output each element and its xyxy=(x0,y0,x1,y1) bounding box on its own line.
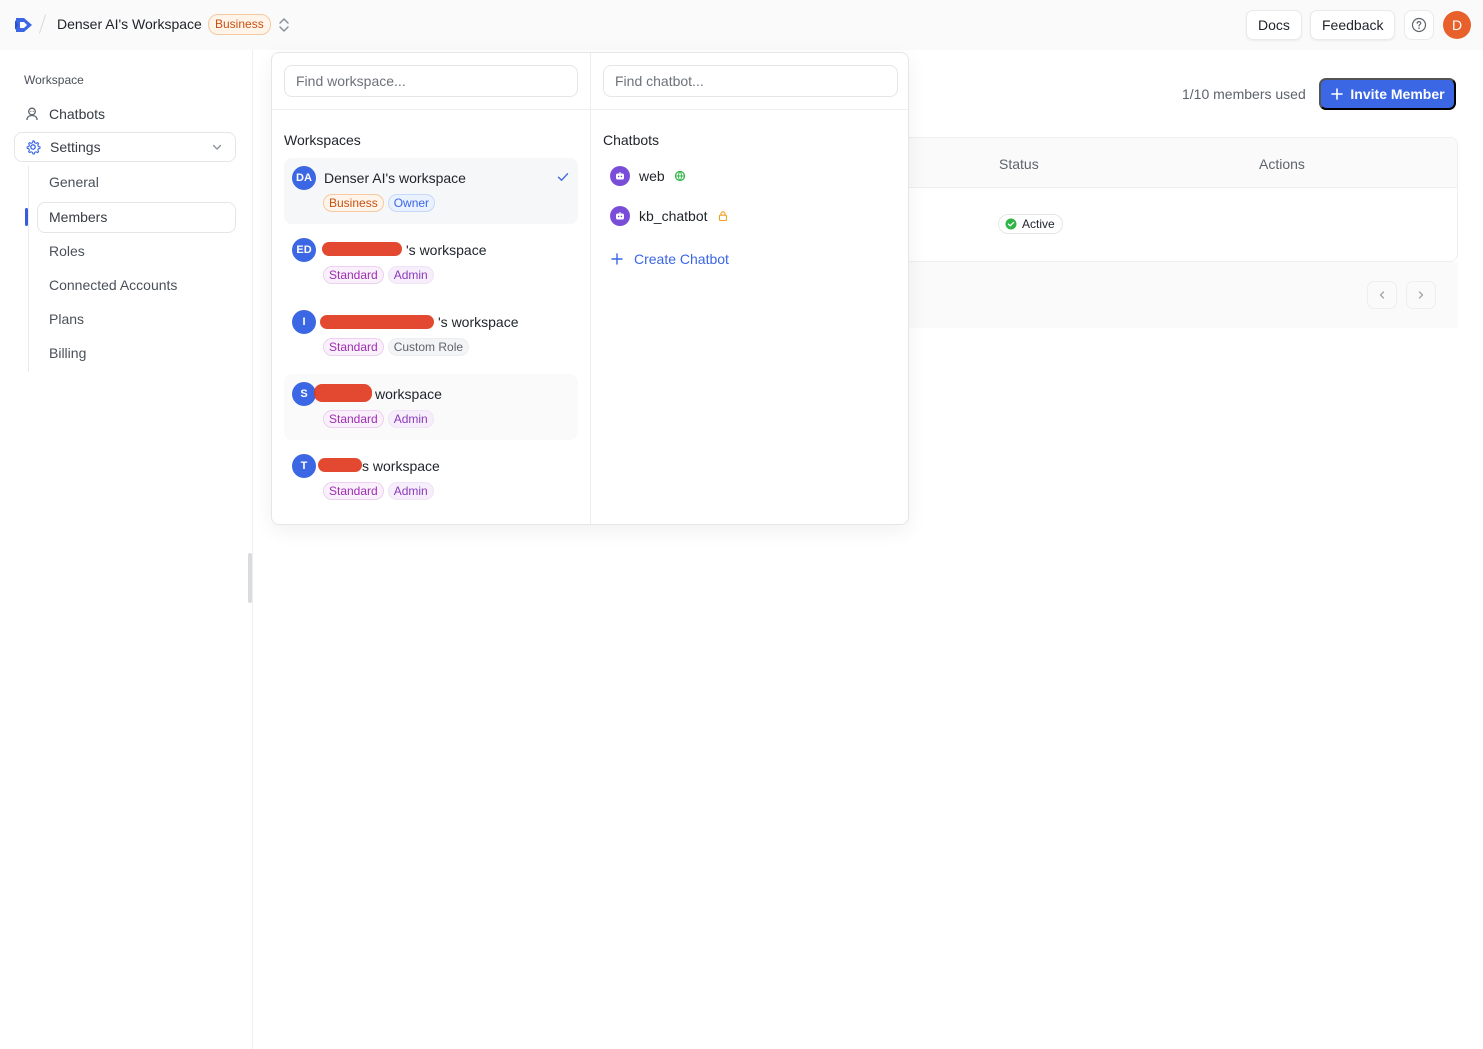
workspace-name: s workspace xyxy=(362,458,440,474)
redaction-mark xyxy=(322,242,402,256)
popover-column-divider xyxy=(590,53,591,524)
redaction-mark xyxy=(320,315,434,329)
workspace-avatar: T xyxy=(292,454,316,478)
workspace-name: workspace xyxy=(375,386,442,402)
bot-icon xyxy=(610,166,630,186)
redaction-mark xyxy=(318,458,362,472)
column-header-status: Status xyxy=(999,156,1039,172)
role-tag: Admin xyxy=(387,482,434,500)
workspace-item[interactable]: T s workspace Standard Admin xyxy=(284,446,578,512)
sidebar-sub-members[interactable]: Members xyxy=(37,202,236,233)
plan-tag: Standard xyxy=(323,482,384,500)
popover-search-divider xyxy=(272,109,908,110)
workspace-item[interactable]: ED 's workspace Standard Admin xyxy=(284,230,578,296)
next-page-button[interactable] xyxy=(1406,281,1436,309)
plan-tag: Standard xyxy=(323,266,384,284)
sidebar-sub-roles[interactable]: Roles xyxy=(37,236,236,267)
workspaces-heading: Workspaces xyxy=(284,132,361,148)
feedback-button[interactable]: Feedback xyxy=(1310,10,1396,40)
sidebar-item-label: Settings xyxy=(50,139,101,155)
workspace-name: Denser AI's workspace xyxy=(324,170,466,186)
chatbots-heading: Chatbots xyxy=(603,132,660,148)
docs-button[interactable]: Docs xyxy=(1246,10,1302,40)
sidebar-resize-handle[interactable] xyxy=(248,553,252,603)
help-button[interactable] xyxy=(1404,10,1434,40)
bot-icon xyxy=(24,106,40,122)
gear-icon xyxy=(25,139,41,155)
previous-page-button[interactable] xyxy=(1367,281,1397,309)
user-avatar[interactable]: D xyxy=(1443,11,1471,39)
workspace-title[interactable]: Denser AI's Workspace xyxy=(57,16,202,32)
create-chatbot-button[interactable]: Create Chatbot xyxy=(610,251,729,267)
chatbot-item[interactable]: web xyxy=(610,164,686,188)
sidebar-item-label: Chatbots xyxy=(49,106,106,122)
denser-logo-icon[interactable] xyxy=(13,14,35,36)
help-circle-icon xyxy=(1411,17,1427,33)
active-indicator xyxy=(25,208,28,226)
members-used-count: 1/10 members used xyxy=(1182,86,1306,102)
sidebar: Workspace Chatbots Settings General Memb… xyxy=(0,50,253,1049)
plus-icon xyxy=(1331,88,1344,100)
workspace-item[interactable]: I 's workspace Standard Custom Role xyxy=(284,302,578,368)
role-tag: Admin xyxy=(387,410,434,428)
workspace-avatar: DA xyxy=(292,166,316,190)
bot-icon xyxy=(610,206,630,226)
sidebar-item-chatbots[interactable]: Chatbots xyxy=(14,99,236,129)
plan-tag: Standard xyxy=(323,410,384,428)
plus-icon xyxy=(611,253,623,265)
chatbot-name: kb_chatbot xyxy=(639,208,708,224)
sidebar-sub-general[interactable]: General xyxy=(37,167,236,198)
workspace-item[interactable]: DA Denser AI's workspace Business Owner xyxy=(284,158,578,224)
role-tag: Owner xyxy=(387,194,436,212)
lock-icon xyxy=(718,211,727,222)
chatbot-item[interactable]: kb_chatbot xyxy=(610,204,729,228)
workspace-avatar: I xyxy=(292,310,316,334)
role-tag: Admin xyxy=(387,266,434,284)
create-chatbot-label: Create Chatbot xyxy=(634,251,729,267)
sidebar-sub-connected-accounts[interactable]: Connected Accounts xyxy=(37,270,236,301)
redaction-mark xyxy=(314,384,372,402)
role-tag: Custom Role xyxy=(387,338,470,356)
table-header-row: Status Actions xyxy=(896,138,1457,188)
plan-tag: Business xyxy=(323,194,384,212)
invite-member-label: Invite Member xyxy=(1350,86,1445,102)
sidebar-section-label: Workspace xyxy=(24,73,84,87)
workspace-avatar: S xyxy=(292,382,316,406)
sidebar-item-settings[interactable]: Settings xyxy=(14,132,236,162)
chevrons-up-down-icon[interactable] xyxy=(277,16,291,34)
header-divider xyxy=(38,14,47,34)
workspace-search-input[interactable] xyxy=(284,65,578,97)
check-circle-icon xyxy=(1005,218,1017,230)
chevron-right-icon xyxy=(1418,291,1424,299)
workspace-item[interactable]: S workspace Standard Admin xyxy=(284,374,578,440)
top-header: Denser AI's Workspace Business Docs Feed… xyxy=(0,0,1483,50)
chatbot-search-input[interactable] xyxy=(603,65,898,97)
workspace-name: 's workspace xyxy=(438,314,519,330)
sidebar-sub-plans[interactable]: Plans xyxy=(37,304,236,335)
settings-tree-line xyxy=(28,166,29,372)
workspace-switcher-popover: Workspaces Chatbots DA Denser AI's works… xyxy=(271,52,909,525)
workspace-name: 's workspace xyxy=(406,242,487,258)
workspace-avatar: ED xyxy=(292,238,316,262)
chevron-down-icon xyxy=(212,144,222,150)
sidebar-sub-billing[interactable]: Billing xyxy=(37,338,236,369)
chatbot-name: web xyxy=(639,168,665,184)
plan-tag: Standard xyxy=(323,338,384,356)
column-header-actions: Actions xyxy=(1259,156,1305,172)
check-icon xyxy=(557,173,569,181)
invite-member-button[interactable]: Invite Member xyxy=(1319,78,1456,110)
plan-badge: Business xyxy=(208,14,271,35)
members-table: Status Actions Active xyxy=(895,137,1458,262)
status-badge: Active xyxy=(998,214,1063,234)
status-label: Active xyxy=(1022,217,1055,231)
chevron-left-icon xyxy=(1379,291,1385,299)
globe-icon xyxy=(674,170,685,182)
